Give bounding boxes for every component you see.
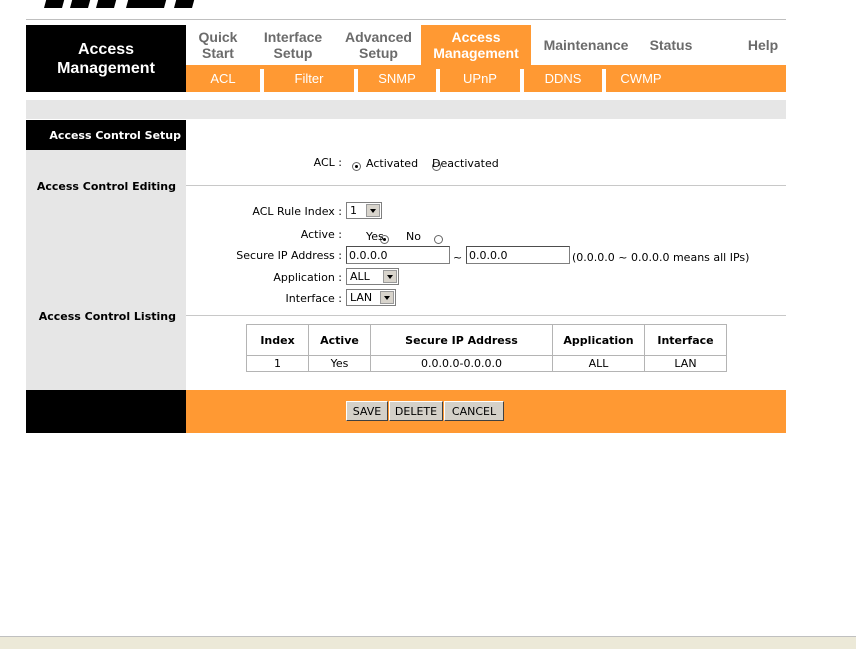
delete-button[interactable]: DELETE <box>389 401 443 421</box>
table-cell: 0.0.0.0-0.0.0.0 <box>370 355 553 372</box>
tab-label: Maintenance <box>543 37 629 53</box>
tab-maintenance[interactable]: Maintenance <box>531 25 641 65</box>
tab-label: Help <box>747 37 779 53</box>
application-value: ALL <box>350 270 370 283</box>
cancel-button[interactable]: CANCEL <box>444 401 504 421</box>
rule-index-select[interactable]: 1 <box>346 202 382 219</box>
page-title: Access Management <box>26 25 186 92</box>
msi-logo <box>40 0 200 8</box>
subtab-upnp[interactable]: UPnP <box>440 65 520 92</box>
editing-section-label: Access Control Editing <box>36 180 176 193</box>
column-header: Secure IP Address <box>370 324 553 356</box>
spacer-band <box>26 100 786 119</box>
acl-deactivated-label: Deactivated <box>432 157 499 170</box>
active-no-radio[interactable] <box>434 235 444 244</box>
secure-ip-hint: (0.0.0.0 ~ 0.0.0.0 means all IPs) <box>572 251 750 264</box>
subtab-snmp[interactable]: SNMP <box>358 65 436 92</box>
tab-access-management[interactable]: Access Management <box>421 25 531 65</box>
footer-left-bar <box>26 390 186 433</box>
interface-value: LAN <box>350 291 373 304</box>
table-cell: 1 <box>246 355 309 372</box>
column-header: Index <box>246 324 309 356</box>
tab-status[interactable]: Status <box>641 25 701 65</box>
subtab-filter[interactable]: Filter <box>264 65 354 92</box>
ip-range-separator: ~ <box>453 251 463 264</box>
section-title: Access Control Setup <box>49 128 181 142</box>
table-header-row: Index Active Secure IP Address Applicati… <box>246 324 727 356</box>
acl-label: ACL : <box>313 156 342 169</box>
secure-ip-end-input[interactable]: 0.0.0.0 <box>466 246 570 264</box>
save-button[interactable]: SAVE <box>346 401 388 421</box>
tab-advanced-setup[interactable]: Advanced Setup <box>336 25 421 65</box>
interface-select[interactable]: LAN <box>346 289 396 306</box>
subtab-acl[interactable]: ACL <box>186 65 260 92</box>
column-header: Application <box>552 324 645 356</box>
subtab-ddns[interactable]: DDNS <box>524 65 602 92</box>
listing-section-label: Access Control Listing <box>38 310 176 323</box>
tab-label: Access Management <box>433 29 519 61</box>
acl-listing-table: Index Active Secure IP Address Applicati… <box>246 324 727 372</box>
tab-label: Quick Start <box>198 29 238 61</box>
acl-activated-radio[interactable] <box>352 162 361 171</box>
table-cell: ALL <box>552 355 645 372</box>
acl-activated-label: Activated <box>366 157 419 170</box>
chevron-down-icon <box>366 204 380 217</box>
tab-interface-setup[interactable]: Interface Setup <box>250 25 336 65</box>
column-header: Active <box>308 324 371 356</box>
tab-help[interactable]: Help <box>736 25 790 65</box>
rule-index-label: ACL Rule Index : <box>252 205 342 218</box>
tab-label: Interface Setup <box>263 29 323 61</box>
secure-ip-start-input[interactable]: 0.0.0.0 <box>346 246 450 264</box>
divider <box>186 315 786 316</box>
browser-status-bar <box>0 636 856 649</box>
application-select[interactable]: ALL <box>346 268 399 285</box>
column-header: Interface <box>644 324 727 356</box>
rule-index-value: 1 <box>350 204 357 217</box>
subtab-cwmp[interactable]: CWMP <box>606 65 676 92</box>
chevron-down-icon <box>383 270 397 283</box>
tab-label: Status <box>649 37 693 53</box>
tab-label: Advanced Setup <box>345 29 412 61</box>
divider <box>186 185 786 186</box>
secure-ip-label: Secure IP Address : <box>236 249 342 262</box>
active-yes-label: Yes <box>366 230 384 243</box>
active-no-label: No <box>406 230 421 243</box>
page-title-text: Access Management <box>57 40 155 77</box>
table-cell: Yes <box>308 355 371 372</box>
table-cell: LAN <box>644 355 727 372</box>
header-divider <box>26 19 786 20</box>
active-label: Active : <box>300 228 342 241</box>
tab-quick-start[interactable]: Quick Start <box>186 25 250 65</box>
application-label: Application : <box>273 271 342 284</box>
chevron-down-icon <box>380 291 394 304</box>
table-row: 1 Yes 0.0.0.0-0.0.0.0 ALL LAN <box>246 355 727 372</box>
interface-label: Interface : <box>285 292 342 305</box>
